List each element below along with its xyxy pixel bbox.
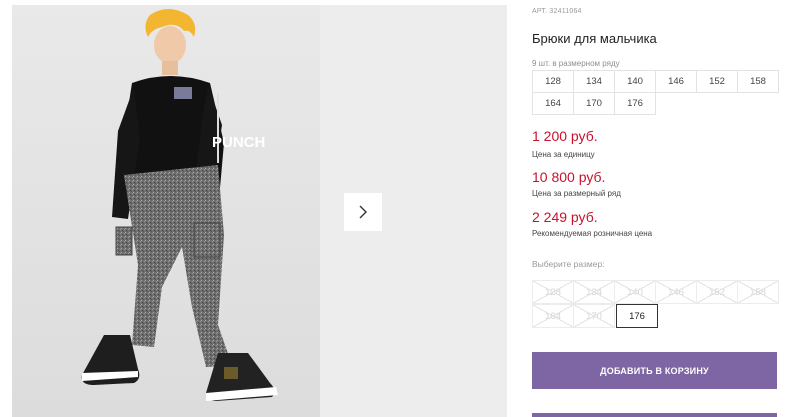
pack-price-label: Цена за размерный ряд xyxy=(532,189,621,198)
retail-price-label: Рекомендуемая розничная цена xyxy=(532,229,653,238)
size-option-unavailable: 164 xyxy=(532,304,574,328)
size-range-cell: 140 xyxy=(614,70,656,93)
gallery-next-button[interactable] xyxy=(344,193,382,231)
add-to-cart-button[interactable]: ДОБАВИТЬ В КОРЗИНУ xyxy=(532,352,777,389)
size-range-cell: 146 xyxy=(655,70,697,93)
article-number: АРТ. 32411064 xyxy=(532,8,582,15)
pack-price: 10 800 руб. xyxy=(532,169,606,185)
size-range-cell: 152 xyxy=(696,70,738,93)
choose-size-label: Выберите размер: xyxy=(532,259,605,269)
unit-price: 1 200 руб. xyxy=(532,128,598,144)
product-title: Брюки для мальчика xyxy=(532,31,657,46)
retail-price: 2 249 руб. xyxy=(532,209,598,225)
size-range-cell: 164 xyxy=(532,92,574,115)
size-option-unavailable: 146 xyxy=(655,280,697,304)
size-option-unavailable: 152 xyxy=(696,280,738,304)
chevron-right-icon xyxy=(359,205,367,219)
size-option-unavailable: 128 xyxy=(532,280,574,304)
svg-text:PUNCH: PUNCH xyxy=(212,134,265,151)
size-range-cell: 176 xyxy=(614,92,656,115)
size-range-cell: 170 xyxy=(573,92,615,115)
size-option-unavailable: 134 xyxy=(573,280,615,304)
size-option-176-selected[interactable]: 176 xyxy=(616,304,658,328)
size-option-unavailable: 170 xyxy=(573,304,615,328)
size-range-cell: 128 xyxy=(532,70,574,93)
size-range-cell: 158 xyxy=(737,70,779,93)
size-option-unavailable: 140 xyxy=(614,280,656,304)
boy-in-cargo-pants-illustration: PUNCH xyxy=(12,5,320,417)
unit-price-label: Цена за единицу xyxy=(532,150,595,159)
pack-size-note: 9 шт. в размерном ряду xyxy=(532,59,620,68)
size-option-unavailable: 158 xyxy=(737,280,779,304)
size-range-cell: 134 xyxy=(573,70,615,93)
secondary-action-button[interactable] xyxy=(532,413,777,417)
sleeve-print: PUNCH xyxy=(212,134,265,151)
product-photo: PUNCH xyxy=(12,5,320,417)
